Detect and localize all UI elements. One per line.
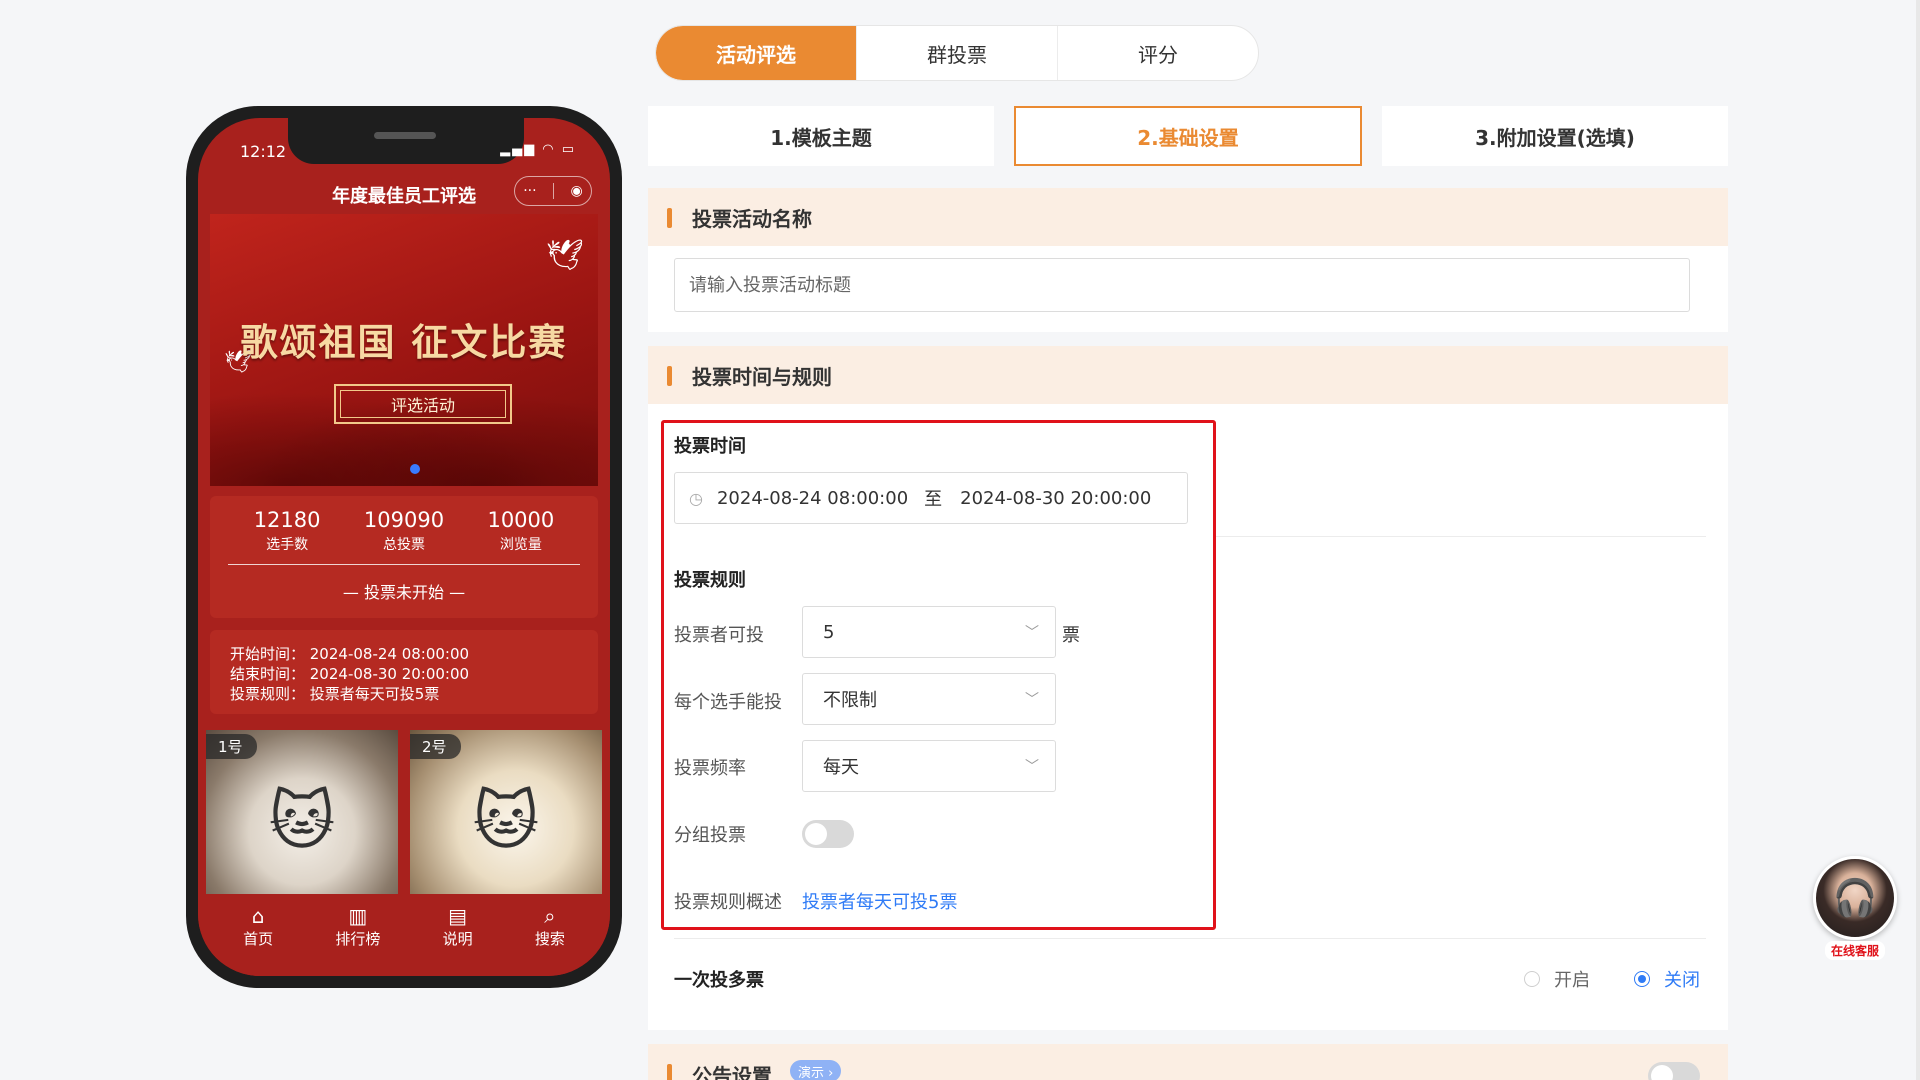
stats-panel: 12180 选手数 109090 总投票 10000 浏览量 — 投票未开始 — — [210, 496, 598, 618]
stat-views: 10000 浏览量 — [487, 508, 555, 553]
contestant-card[interactable]: 🐱 1号 — [206, 730, 398, 894]
search-icon: ⌕ — [544, 904, 556, 928]
ranking-icon: ▥ — [348, 904, 368, 928]
phone-screen: 12:12 ▂▄▆ ◠ ▭ 年度最佳员工评选 ··· ◉ 🕊 🕊 歌颂祖国 征文… — [198, 118, 610, 976]
carousel-indicator[interactable] — [410, 464, 420, 474]
radio-checked-icon — [1634, 971, 1650, 987]
scrollbar[interactable] — [1916, 0, 1920, 1080]
tabbar-description[interactable]: ▤ 说明 — [443, 896, 473, 958]
activity-title-input[interactable] — [674, 258, 1690, 312]
phone-notch — [288, 118, 524, 164]
tabbar-search[interactable]: ⌕ 搜索 — [535, 896, 565, 958]
info-vote-rule: 投票规则： 投票者每天可投5票 — [230, 685, 440, 703]
highlight-box — [661, 420, 1216, 930]
multi-vote-on-radio[interactable]: 开启 — [1524, 966, 1590, 992]
customer-service-widget[interactable]: 🎧 在线客服 — [1810, 856, 1900, 960]
signal-wifi-battery-icon: ▂▄▆ ◠ ▭ — [500, 142, 576, 157]
section-time-rules-header: 投票时间与规则 — [648, 346, 1728, 404]
setup-steps: 1.模板主题 2.基础设置 3.附加设置(选填) — [648, 106, 1728, 166]
phone-tabbar: ⌂ 首页 ▥ 排行榜 ▤ 说明 ⌕ 搜索 — [198, 896, 610, 976]
tabbar-ranking[interactable]: ▥ 排行榜 — [335, 896, 380, 958]
tab-scoring[interactable]: 评分 — [1058, 26, 1258, 80]
tab-group-vote[interactable]: 群投票 — [857, 26, 1058, 80]
banner-title: 歌颂祖国 征文比赛 — [240, 321, 568, 364]
section-activity-name — [648, 246, 1728, 332]
mini-program-capsule[interactable]: ··· ◉ — [514, 176, 592, 206]
tab-activity-selection[interactable]: 活动评选 — [656, 26, 857, 80]
multi-vote-off-radio[interactable]: 关闭 — [1634, 966, 1700, 992]
activity-info: 开始时间： 2024-08-24 08:00:00 结束时间： 2024-08-… — [210, 630, 598, 714]
multi-vote-label: 一次投多票 — [674, 970, 764, 991]
vote-status: — 投票未开始 — — [342, 583, 466, 602]
cat-photo: 🐱 — [472, 784, 540, 859]
section-activity-name-header: 投票活动名称 — [648, 188, 1728, 246]
step-additional-settings[interactable]: 3.附加设置(选填) — [1382, 106, 1728, 166]
banner-activity-button[interactable]: 评选活动 — [334, 384, 512, 424]
cat-photo: 🐱 — [268, 784, 336, 859]
announcement-title: 公告设置 — [692, 1064, 772, 1080]
info-start-time: 开始时间： 2024-08-24 08:00:00 — [230, 645, 470, 663]
contestant-number: 1号 — [206, 734, 257, 759]
phone-preview: 12:12 ▂▄▆ ◠ ▭ 年度最佳员工评选 ··· ◉ 🕊 🕊 歌颂祖国 征文… — [186, 106, 622, 988]
banner[interactable]: 🕊 🕊 歌颂祖国 征文比赛 评选活动 — [210, 214, 598, 486]
step-template-theme[interactable]: 1.模板主题 — [648, 106, 994, 166]
more-icon[interactable]: ··· — [523, 183, 536, 199]
section-announcement-header: 公告设置 演示 › — [648, 1044, 1728, 1080]
stat-contestants: 12180 选手数 — [253, 508, 321, 553]
step-basic-settings[interactable]: 2.基础设置 — [1014, 106, 1362, 166]
info-end-time: 结束时间： 2024-08-30 20:00:00 — [230, 665, 470, 683]
contestant-grid: 🐱 1号 🐱 2号 — [206, 730, 602, 894]
home-icon: ⌂ — [251, 904, 265, 928]
announcement-toggle[interactable] — [1648, 1062, 1700, 1080]
contestant-number: 2号 — [410, 734, 461, 759]
status-time: 12:12 — [240, 142, 287, 161]
tabbar-home[interactable]: ⌂ 首页 — [243, 896, 273, 958]
demo-badge[interactable]: 演示 › — [790, 1060, 842, 1080]
mode-tabs: 活动评选 群投票 评分 — [655, 25, 1259, 81]
customer-service-label: 在线客服 — [1824, 941, 1885, 960]
close-target-icon[interactable]: ◉ — [571, 183, 583, 199]
contestant-card[interactable]: 🐱 2号 — [410, 730, 602, 894]
customer-service-avatar: 🎧 — [1813, 856, 1897, 940]
dove-icon: 🕊 — [545, 238, 584, 273]
document-icon: ▤ — [448, 904, 468, 928]
radio-icon — [1524, 971, 1540, 987]
stat-total-votes: 109090 总投票 — [363, 508, 445, 553]
